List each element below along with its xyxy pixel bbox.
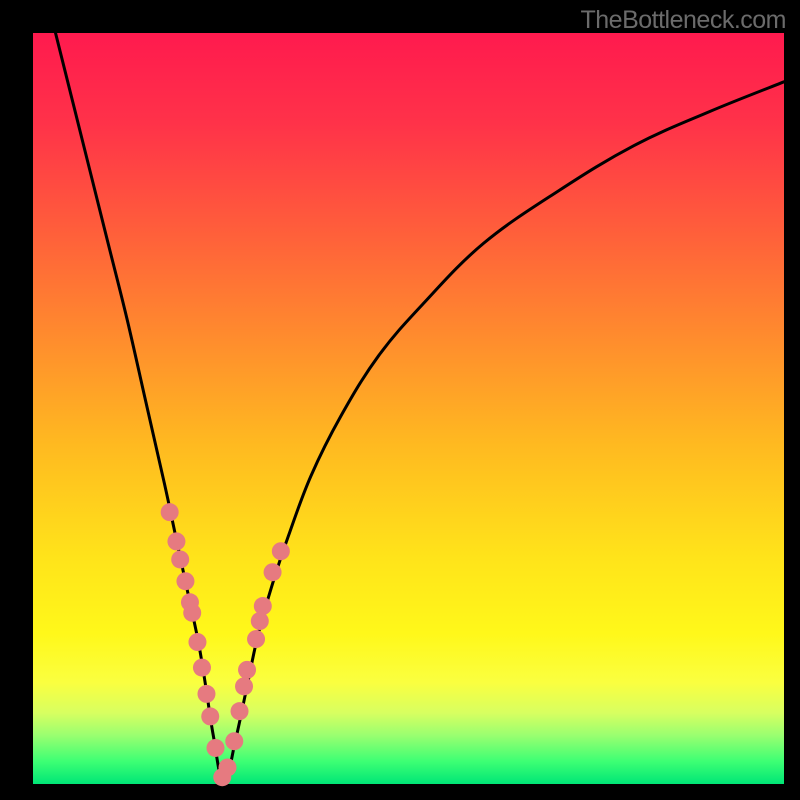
sample-dot bbox=[247, 630, 265, 648]
sample-dot bbox=[264, 563, 282, 581]
sample-dot bbox=[251, 612, 269, 630]
sample-dot bbox=[167, 532, 185, 550]
sample-dot bbox=[206, 739, 224, 757]
chart-frame: TheBottleneck.com bbox=[0, 0, 800, 800]
sample-dot bbox=[254, 597, 272, 615]
sample-dot bbox=[272, 542, 290, 560]
sample-dot bbox=[235, 677, 253, 695]
sample-dot bbox=[188, 633, 206, 651]
watermark-text: TheBottleneck.com bbox=[581, 6, 787, 35]
sample-dot bbox=[197, 685, 215, 703]
sample-dot bbox=[193, 659, 211, 677]
sample-dot bbox=[183, 604, 201, 622]
sample-dot bbox=[225, 732, 243, 750]
bottleneck-curve bbox=[56, 33, 784, 784]
sample-dot bbox=[161, 503, 179, 521]
chart-svg-layer bbox=[33, 33, 784, 784]
sample-dot bbox=[171, 550, 189, 568]
sample-dot bbox=[231, 702, 249, 720]
sample-dot bbox=[201, 707, 219, 725]
sample-dot bbox=[219, 758, 237, 776]
sample-dot bbox=[238, 661, 256, 679]
sample-dot bbox=[176, 572, 194, 590]
